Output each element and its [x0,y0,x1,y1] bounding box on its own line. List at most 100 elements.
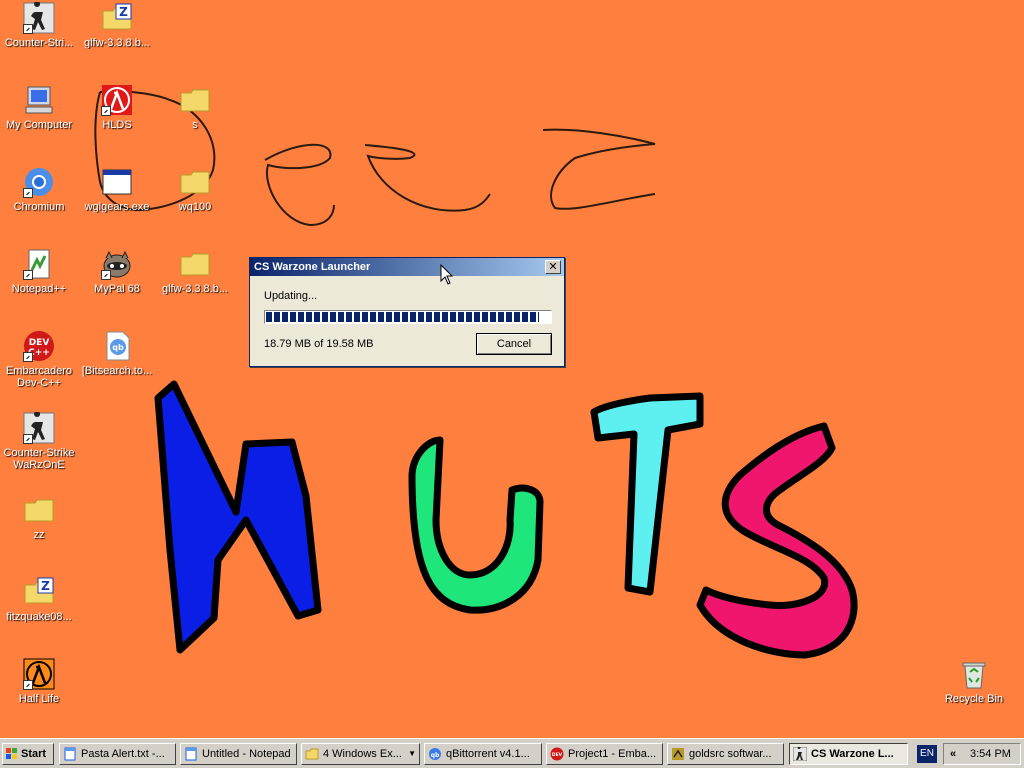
bitsearch-torrent-item[interactable]: qb [Bitsearch.to... [78,330,156,377]
clock[interactable]: 3:54 PM [970,744,1011,764]
task-windows-explorer-group[interactable]: 4 Windows Ex... ▼ [301,743,420,765]
glfw-folder-item[interactable]: glfw-3.3.8.b... [156,248,234,295]
computer-icon [23,84,55,116]
devcpp-icon: DEV C++ [23,330,55,362]
icon-label: zz [33,529,45,541]
icon-label: glfw-3.3.8.b... [161,283,229,295]
task-label: goldsrc softwar... [689,748,772,760]
letter-u [408,436,544,614]
task-label: Untitled - Notepad [202,748,291,760]
icon-label: [Bitsearch.to... [81,365,153,377]
start-button[interactable]: Start [2,743,54,765]
notepad-icon [64,747,76,761]
zz-folder-item[interactable]: zz [0,494,78,541]
my-computer-icon-item[interactable]: My Computer [0,84,78,131]
icon-label: wq100 [178,201,212,213]
task-label: CS Warzone L... [811,748,894,760]
task-project1-embarcadero[interactable]: DEV Project1 - Emba... [546,743,663,765]
expand-tray-icon[interactable]: « [950,744,956,764]
download-size-text: 18.79 MB of 19.58 MB [264,338,374,350]
svg-text:Z: Z [41,579,50,593]
mouse-cursor-icon [440,264,454,285]
task-label: 4 Windows Ex... [323,748,402,760]
icon-label: glfw-3.3.8.b... [83,37,151,49]
wq100-folder-item[interactable]: wq100 [156,166,234,213]
icon-label: Recycle Bin [944,693,1004,705]
torrent-file-icon: qb [101,330,133,362]
s-folder-item[interactable]: s [156,84,234,131]
half-life-icon-item[interactable]: Half Life [0,658,78,705]
hlds-icon-item[interactable]: HLDS [78,84,156,131]
close-icon: ✕ [548,260,558,273]
counter-strike-icon [793,747,807,761]
folder-icon [23,494,55,526]
zip-folder-icon: Z [101,2,133,34]
chevron-down-icon: ▼ [408,749,416,758]
devcpp-icon-item[interactable]: DEV C++ Embarcadero Dev-C++ [0,330,78,389]
devcpp-icon: DEV [550,747,564,761]
hlds-lambda-icon [101,84,133,116]
raccoon-icon [101,248,133,280]
close-button[interactable]: ✕ [545,260,561,274]
task-cs-warzone-launcher[interactable]: CS Warzone L... [789,743,908,765]
icon-label: wglgears.exe [84,201,150,213]
task-qbittorrent[interactable]: qb qBittorrent v4.1... [424,743,542,765]
icon-label: Half Life [18,693,60,705]
notepadpp-icon [23,248,55,280]
chromium-icon-item[interactable]: Chromium [0,166,78,213]
start-label: Start [21,748,47,760]
update-status-text: Updating... [264,290,318,302]
dialog-title: CS Warzone Launcher [254,261,371,273]
icon-label: fitzquake08... [6,611,72,623]
svg-text:qb: qb [431,752,440,759]
icon-label: HLDS [102,119,132,131]
goldsrc-icon [672,748,684,760]
task-pasta-alert[interactable]: Pasta Alert.txt -... [59,743,176,765]
notepadpp-icon-item[interactable]: Notepad++ [0,248,78,295]
recycle-bin-item[interactable]: Recycle Bin [935,658,1013,705]
task-untitled-notepad[interactable]: Untitled - Notepad [180,743,297,765]
language-indicator[interactable]: EN [917,745,937,763]
cs-warzone-icon-item[interactable]: Counter-Strike WaRzOnE [0,412,78,471]
cs-warzone-launcher-dialog[interactable]: CS Warzone Launcher ✕ Updating... 18.79 … [249,257,565,367]
icon-label: Chromium [13,201,65,213]
chromium-icon [23,166,55,198]
icon-label: s [192,119,198,131]
counter-strike-icon-item[interactable]: Counter-Stri... [0,2,78,49]
folder-icon [179,248,211,280]
task-label: qBittorrent v4.1... [446,748,530,760]
letter-n [154,380,322,654]
letter-s [696,422,858,659]
svg-text:Z: Z [119,5,128,19]
glfw-zip-item[interactable]: Z glfw-3.3.8.b... [78,2,156,49]
counter-strike-icon [23,412,55,444]
wglgears-icon-item[interactable]: wglgears.exe [78,166,156,213]
download-progress-bar [264,310,552,324]
icon-label: Counter-Stri... [4,37,74,49]
taskbar: Start Pasta Alert.txt -... Untitled - No… [0,738,1024,768]
icon-label: MyPal 68 [94,283,140,295]
qbittorrent-icon: qb [429,748,441,760]
mypal-icon-item[interactable]: MyPal 68 [78,248,156,295]
recycle-bin-icon [958,658,990,690]
half-life-icon [23,658,55,690]
task-label: Project1 - Emba... [568,748,657,760]
fitzquake-icon-item[interactable]: Z fitzquake08... [0,576,78,623]
svg-text:qb: qb [112,343,124,352]
counter-strike-icon [23,2,55,34]
icon-label: Notepad++ [11,283,67,295]
folder-icon [179,166,211,198]
svg-text:DEV: DEV [29,338,50,348]
icon-label: My Computer [5,119,73,131]
task-goldsrc-software[interactable]: goldsrc softwar... [667,743,784,765]
zip-folder-icon: Z [23,576,55,608]
notepad-icon [185,747,197,761]
icon-label: Counter-Strike WaRzOnE [3,447,75,471]
progress-fill [266,312,539,322]
application-window-icon [101,166,133,198]
cancel-button[interactable]: Cancel [476,333,552,355]
windows-logo-icon [6,748,17,759]
svg-text:DEV: DEV [552,752,563,758]
dialog-titlebar[interactable]: CS Warzone Launcher ✕ [250,258,564,276]
desktop[interactable]: Counter-Stri... My Computer Chromium Not… [0,0,1024,738]
